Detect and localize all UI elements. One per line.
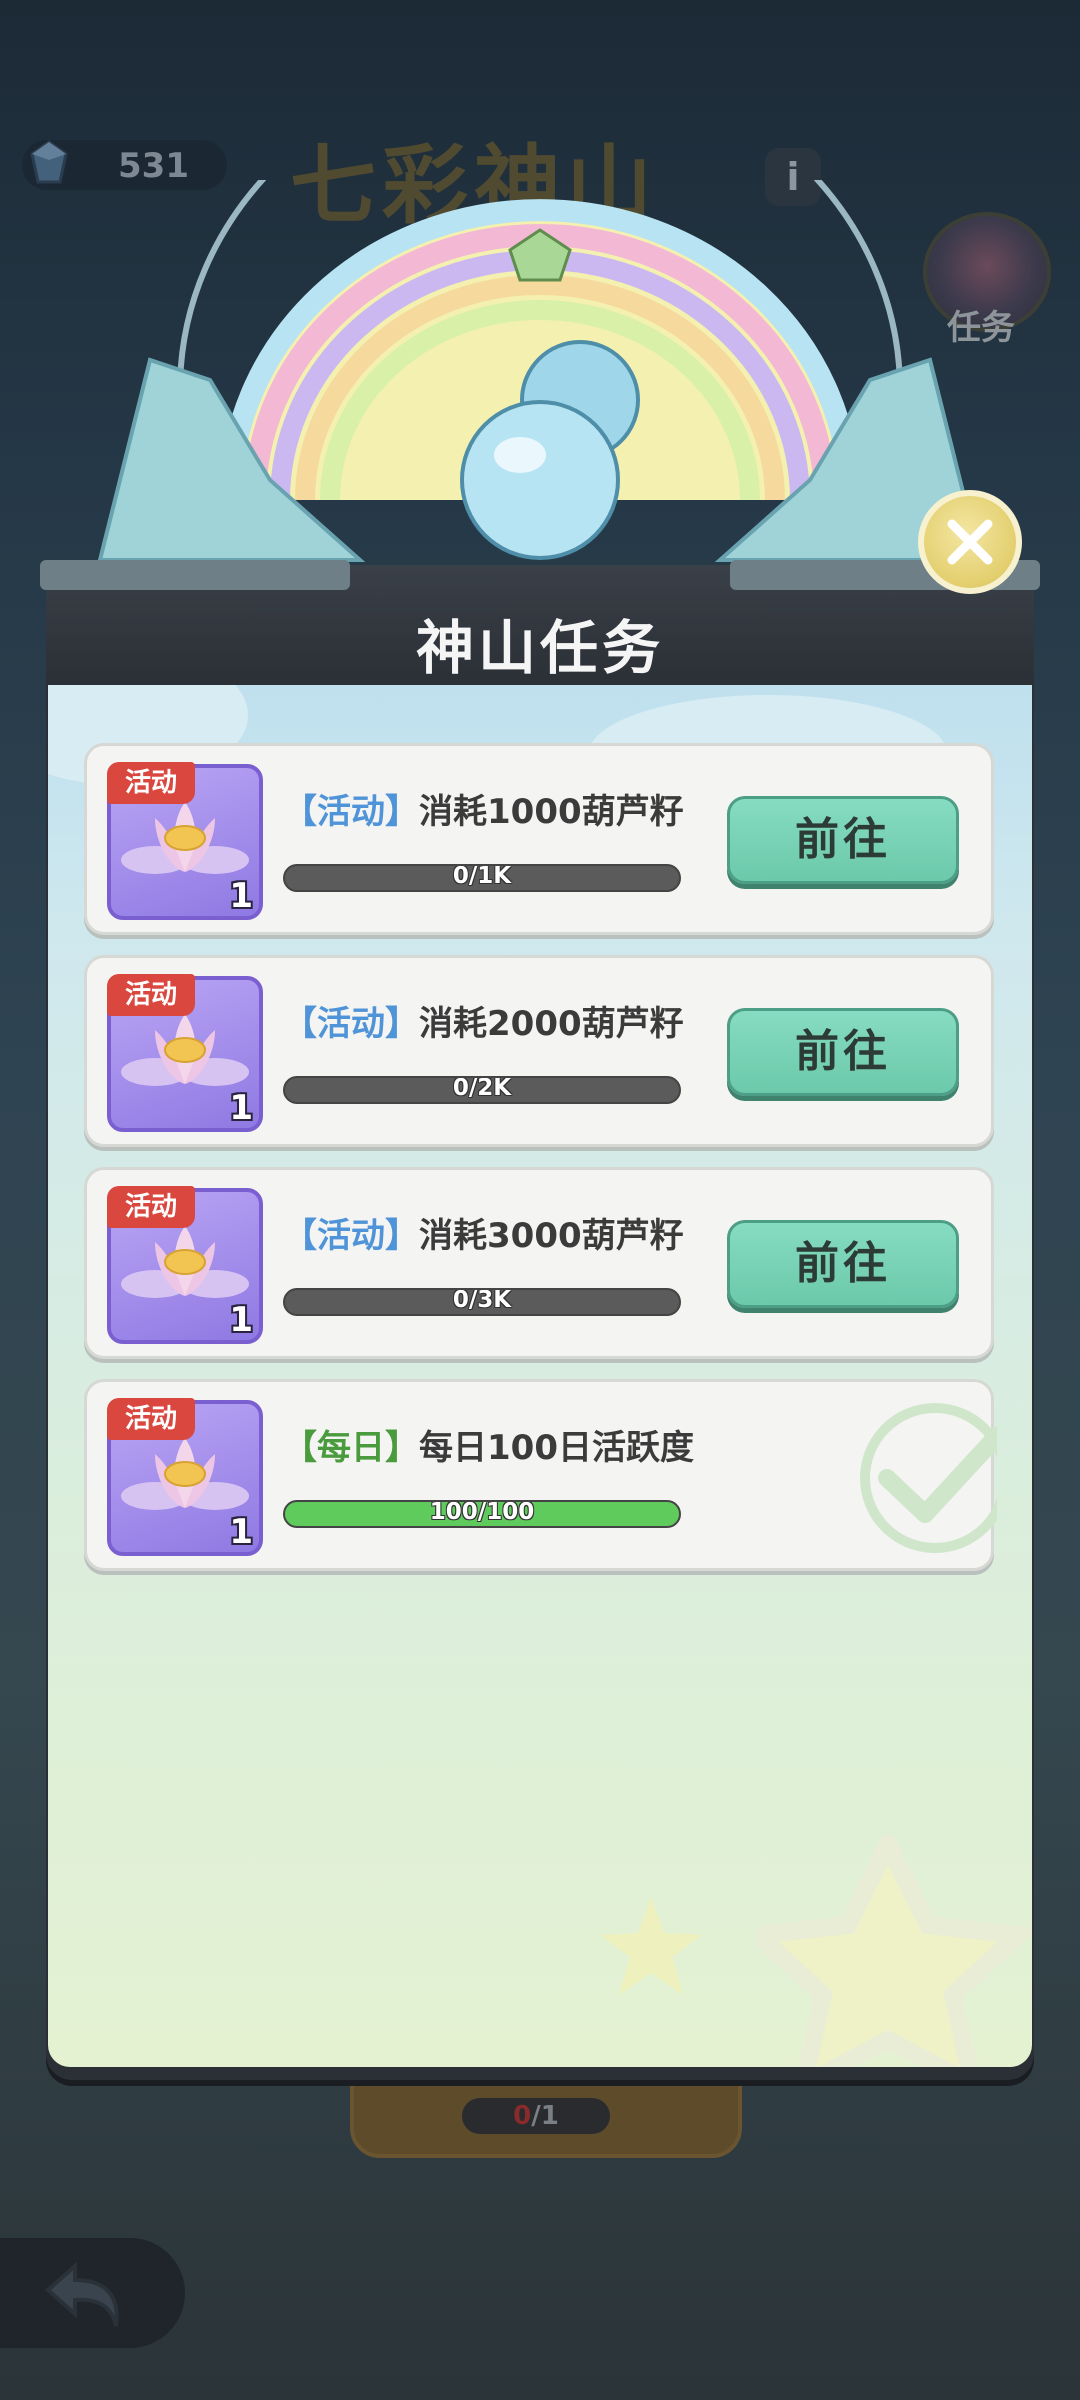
task-description: 【活动】消耗3000葫芦籽 [283, 1208, 684, 1257]
activity-badge: 活动 [107, 1398, 195, 1440]
task-tag: 【每日】 [283, 1428, 419, 1468]
reward-count: 1 [229, 876, 253, 916]
task-progress-text: 0/1K [452, 864, 512, 889]
gourd-rainbow-header-art [40, 180, 1040, 590]
task-progress-text: 100/100 [429, 1500, 535, 1525]
task-description: 【活动】消耗2000葫芦籽 [283, 996, 684, 1045]
reward-count: 1 [229, 1300, 253, 1340]
go-button[interactable]: 前往 [727, 1220, 959, 1308]
task-row: 1 活动 【活动】消耗3000葫芦籽 0/3K 前往 [84, 1167, 994, 1359]
star-decoration-icon [758, 1835, 1032, 2067]
task-label: 消耗1000葫芦籽 [419, 792, 684, 832]
task-row: 1 活动 【每日】每日100日活跃度 100/100 [84, 1379, 997, 1571]
task-label: 每日100日活跃度 [419, 1428, 694, 1468]
task-row: 1 活动 【活动】消耗1000葫芦籽 0/1K 前往 [84, 743, 994, 935]
activity-badge: 活动 [107, 1186, 195, 1228]
back-arrow-icon [44, 2261, 119, 2327]
task-progress-bar: 0/2K [283, 1076, 681, 1104]
task-tag: 【活动】 [283, 1004, 419, 1044]
task-progress-bar: 0/3K [283, 1288, 681, 1316]
task-row: 1 活动 【活动】消耗2000葫芦籽 0/2K 前往 [84, 955, 994, 1147]
task-progress-bar: 100/100 [283, 1500, 681, 1528]
activity-badge: 活动 [107, 974, 195, 1016]
task-progress-text: 0/2K [452, 1076, 512, 1101]
go-button[interactable]: 前往 [727, 796, 959, 884]
reward-count: 1 [229, 1088, 253, 1128]
close-icon [947, 519, 993, 565]
task-tag: 【活动】 [283, 1216, 419, 1256]
back-button[interactable] [0, 2238, 185, 2348]
bottom-progress-counter: 0/1 [462, 2098, 610, 2134]
task-description: 【活动】消耗1000葫芦籽 [283, 784, 684, 833]
task-progress-bar: 0/1K [283, 864, 681, 892]
go-button[interactable]: 前往 [727, 1008, 959, 1096]
close-button[interactable] [918, 490, 1022, 594]
task-label: 消耗2000葫芦籽 [419, 1004, 684, 1044]
task-progress-text: 0/3K [452, 1288, 512, 1313]
activity-badge: 活动 [107, 762, 195, 804]
task-modal: 神山任务 1 活动 【活动】消耗1000葫芦籽 0/1K 前往 1 活动 【活动… [46, 565, 1034, 2080]
task-list-panel: 1 活动 【活动】消耗1000葫芦籽 0/1K 前往 1 活动 【活动】消耗20… [48, 685, 1032, 2067]
reward-count: 1 [229, 1512, 253, 1552]
task-description: 【每日】每日100日活跃度 [283, 1420, 694, 1469]
task-tag: 【活动】 [283, 792, 419, 832]
task-label: 消耗3000葫芦籽 [419, 1216, 684, 1256]
completed-check-icon [860, 1403, 997, 1553]
small-star-decoration-icon [600, 1897, 702, 1995]
